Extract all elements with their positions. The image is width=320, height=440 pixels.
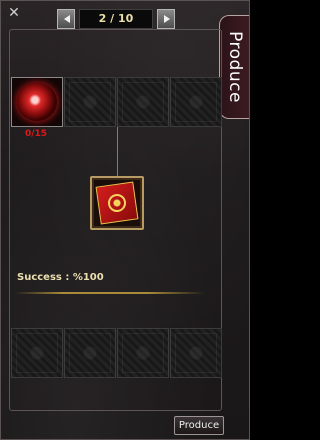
card-emblem — [106, 192, 128, 214]
divider — [15, 292, 205, 294]
material-slot-1[interactable] — [11, 77, 63, 127]
material-slot-4[interactable] — [170, 77, 222, 127]
material-slots — [11, 77, 223, 127]
output-slots — [11, 328, 223, 378]
material-count: 0/15 — [25, 129, 48, 139]
produce-window: ✕ 2 / 10 Produce 0/15 Success: %100 Pro… — [0, 0, 250, 440]
next-page-button[interactable] — [157, 9, 175, 29]
close-button[interactable]: ✕ — [7, 6, 21, 20]
arrow-left-icon — [64, 15, 70, 23]
red-card-icon — [95, 181, 139, 225]
prev-page-button[interactable] — [57, 9, 75, 29]
output-slot-2[interactable] — [64, 328, 116, 378]
result-slot[interactable] — [90, 176, 144, 230]
tab-produce[interactable]: Produce — [219, 15, 249, 119]
output-slot-1[interactable] — [11, 328, 63, 378]
connector-line — [117, 147, 118, 176]
material-slot-2[interactable] — [64, 77, 116, 127]
material-slot-3[interactable] — [117, 77, 169, 127]
output-slot-4[interactable] — [170, 328, 222, 378]
red-orb-icon — [17, 83, 57, 121]
output-slot-3[interactable] — [117, 328, 169, 378]
page-navigator: 2 / 10 — [57, 9, 175, 29]
close-icon: ✕ — [8, 5, 20, 21]
produce-button[interactable]: Produce — [174, 416, 224, 435]
page-indicator: 2 / 10 — [79, 9, 153, 29]
connector-line — [117, 127, 118, 147]
tab-produce-label: Produce — [224, 31, 245, 103]
success-rate: Success : %100 — [17, 272, 104, 283]
arrow-right-icon — [164, 15, 170, 23]
